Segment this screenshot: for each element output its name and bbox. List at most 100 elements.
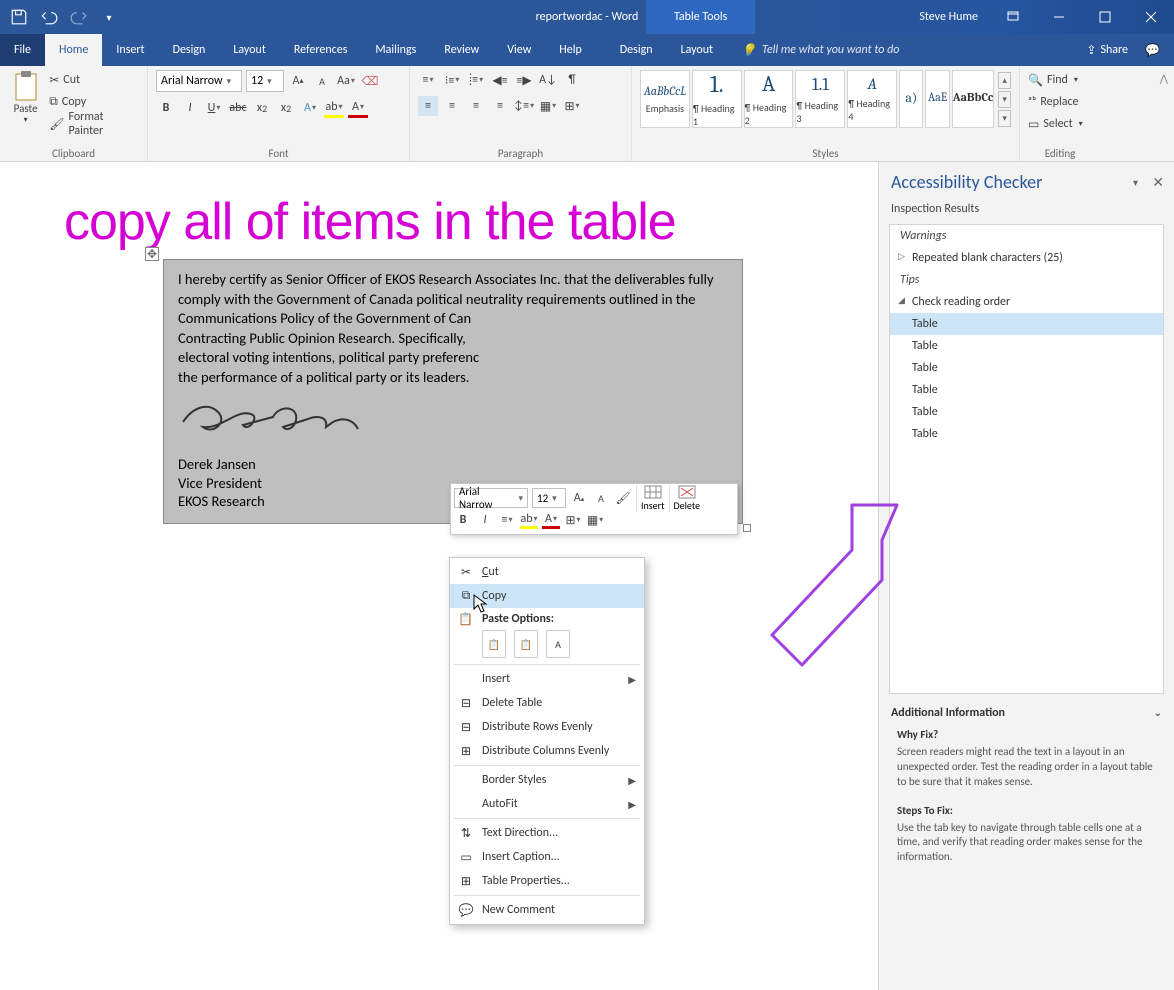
- styles-down-icon[interactable]: ▾: [998, 91, 1011, 108]
- undo-icon[interactable]: [40, 8, 58, 26]
- table-move-handle[interactable]: ✥: [145, 247, 159, 261]
- paste-keep-source-icon[interactable]: 📋: [482, 630, 506, 658]
- line-spacing-icon[interactable]: ↕≡▾: [514, 96, 534, 116]
- bold-button[interactable]: B: [156, 98, 176, 118]
- mini-delete-button[interactable]: Delete: [669, 485, 701, 512]
- tab-help[interactable]: Help: [545, 34, 596, 66]
- copy-button[interactable]: ⧉Copy: [49, 92, 139, 112]
- font-name-combo[interactable]: Arial Narrow▾: [156, 70, 242, 92]
- tab-file[interactable]: File: [0, 34, 45, 66]
- ctx-dist-cols[interactable]: ⊞Distribute Columns Evenly: [450, 739, 644, 763]
- strike-button[interactable]: abc: [228, 98, 248, 118]
- ctx-delete-table[interactable]: ⊟Delete Table: [450, 691, 644, 715]
- style-extra2[interactable]: AaE: [925, 70, 949, 128]
- highlight-icon[interactable]: ab▾: [324, 98, 344, 118]
- warning-repeated-blanks[interactable]: ▷Repeated blank characters (25): [890, 247, 1163, 269]
- tip-check-order[interactable]: ◢Check reading order: [890, 291, 1163, 313]
- ctx-dist-rows[interactable]: ⊟Distribute Rows Evenly: [450, 715, 644, 739]
- tab-design[interactable]: Design: [159, 34, 220, 66]
- style-emphasis[interactable]: AaBbCcLEmphasis: [640, 70, 690, 128]
- qat-customize-icon[interactable]: ▾: [100, 8, 118, 26]
- clear-format-icon[interactable]: ⌫: [360, 71, 380, 91]
- paste-button[interactable]: Paste ▾: [8, 70, 43, 134]
- mini-insert-button[interactable]: Insert: [636, 485, 665, 512]
- minimize-button[interactable]: [1036, 0, 1082, 34]
- change-case-icon[interactable]: Aa▾: [336, 71, 356, 91]
- tab-table-layout[interactable]: Layout: [667, 34, 728, 66]
- table-issue-6[interactable]: Table: [890, 423, 1163, 445]
- text-effects-icon[interactable]: A▾: [300, 98, 320, 118]
- mini-shrink-icon[interactable]: A: [592, 489, 610, 507]
- style-heading2[interactable]: A¶ Heading 2: [744, 70, 794, 128]
- font-color-icon[interactable]: A▾: [348, 98, 368, 118]
- tab-insert[interactable]: Insert: [102, 34, 158, 66]
- mini-italic-button[interactable]: I: [476, 511, 494, 529]
- inspection-results[interactable]: Warnings ▷Repeated blank characters (25)…: [889, 224, 1164, 694]
- mini-ruler-icon[interactable]: ⊞▾: [564, 511, 582, 529]
- ctx-border-styles[interactable]: Border Styles▶: [450, 768, 644, 792]
- maximize-button[interactable]: [1082, 0, 1128, 34]
- ctx-insert-caption[interactable]: ▭Insert Caption...: [450, 845, 644, 869]
- account-icon[interactable]: [990, 0, 1036, 34]
- tab-layout[interactable]: Layout: [219, 34, 280, 66]
- italic-button[interactable]: I: [180, 98, 200, 118]
- tell-me[interactable]: 💡Tell me what you want to do: [741, 43, 899, 58]
- subscript-button[interactable]: x2: [252, 98, 272, 118]
- tab-home[interactable]: Home: [45, 34, 102, 66]
- table-resize-handle[interactable]: [743, 524, 751, 532]
- shrink-font-icon[interactable]: A: [312, 71, 332, 91]
- ctx-new-comment[interactable]: 💬New Comment: [450, 898, 644, 922]
- find-button[interactable]: 🔍Find▾: [1028, 70, 1092, 90]
- align-left-icon[interactable]: ≡: [418, 96, 438, 116]
- style-heading1[interactable]: 1.¶ Heading 1: [692, 70, 742, 128]
- increase-indent-icon[interactable]: ≡▶: [514, 70, 534, 90]
- decrease-indent-icon[interactable]: ◀≡: [490, 70, 510, 90]
- numbering-icon[interactable]: ⁝≡▾: [442, 70, 462, 90]
- styles-up-icon[interactable]: ▴: [998, 72, 1011, 89]
- mini-font-combo[interactable]: Arial Narrow▾: [454, 488, 528, 508]
- borders-icon[interactable]: ⊞▾: [562, 96, 582, 116]
- share-button[interactable]: ⇪Share: [1086, 43, 1128, 58]
- user-name[interactable]: Steve Hume: [919, 10, 978, 24]
- table-issue-5[interactable]: Table: [890, 401, 1163, 423]
- mini-grow-icon[interactable]: A▴: [570, 489, 588, 507]
- tab-view[interactable]: View: [493, 34, 545, 66]
- mini-fontcolor-icon[interactable]: A▾: [542, 511, 560, 529]
- tab-mailings[interactable]: Mailings: [361, 34, 430, 66]
- document-area[interactable]: copy all of items in the table ✥ I hereb…: [0, 162, 878, 990]
- font-size-combo[interactable]: 12▾: [246, 70, 284, 92]
- mini-bold-button[interactable]: B: [454, 511, 472, 529]
- ctx-autofit[interactable]: AutoFit▶: [450, 792, 644, 816]
- paste-text-only-icon[interactable]: A: [546, 630, 570, 658]
- tab-table-design[interactable]: Design: [606, 34, 667, 66]
- ctx-cut[interactable]: ✂Cut: [450, 560, 644, 584]
- style-heading3[interactable]: 1.1¶ Heading 3: [795, 70, 845, 128]
- table-issue-2[interactable]: Table: [890, 335, 1163, 357]
- table-issue-1[interactable]: Table: [890, 313, 1163, 335]
- align-center-icon[interactable]: ≡: [442, 96, 462, 116]
- mini-border-icon[interactable]: ▦▾: [586, 511, 604, 529]
- save-icon[interactable]: [10, 8, 28, 26]
- show-marks-icon[interactable]: ¶: [562, 70, 582, 90]
- select-button[interactable]: ▭Select▾: [1028, 114, 1092, 134]
- underline-button[interactable]: U▾: [204, 98, 224, 118]
- ctx-insert[interactable]: Insert▶: [450, 667, 644, 691]
- bullets-icon[interactable]: ≡▾: [418, 70, 438, 90]
- pane-close-icon[interactable]: ✕: [1152, 174, 1164, 191]
- close-button[interactable]: [1128, 0, 1174, 34]
- align-right-icon[interactable]: ≡: [466, 96, 486, 116]
- shading-icon[interactable]: ▦▾: [538, 96, 558, 116]
- collapse-icon[interactable]: ◢: [898, 295, 905, 306]
- pane-options-icon[interactable]: ▾: [1133, 176, 1138, 189]
- cut-button[interactable]: ✂Cut: [49, 70, 139, 90]
- ctx-copy[interactable]: ⧉Copy: [450, 584, 644, 608]
- styles-more-icon[interactable]: ▾: [998, 110, 1011, 127]
- sort-icon[interactable]: A↓: [538, 70, 558, 90]
- style-heading4[interactable]: A¶ Heading 4: [847, 70, 897, 128]
- mini-highlight-icon[interactable]: ab▾: [520, 511, 538, 529]
- ctx-table-properties[interactable]: ⊞Table Properties...: [450, 869, 644, 893]
- expand-icon[interactable]: ▷: [898, 251, 905, 262]
- additional-info-header[interactable]: Additional Information⌄: [879, 696, 1174, 724]
- style-extra3[interactable]: AaBbCc: [952, 70, 995, 128]
- superscript-button[interactable]: x2: [276, 98, 296, 118]
